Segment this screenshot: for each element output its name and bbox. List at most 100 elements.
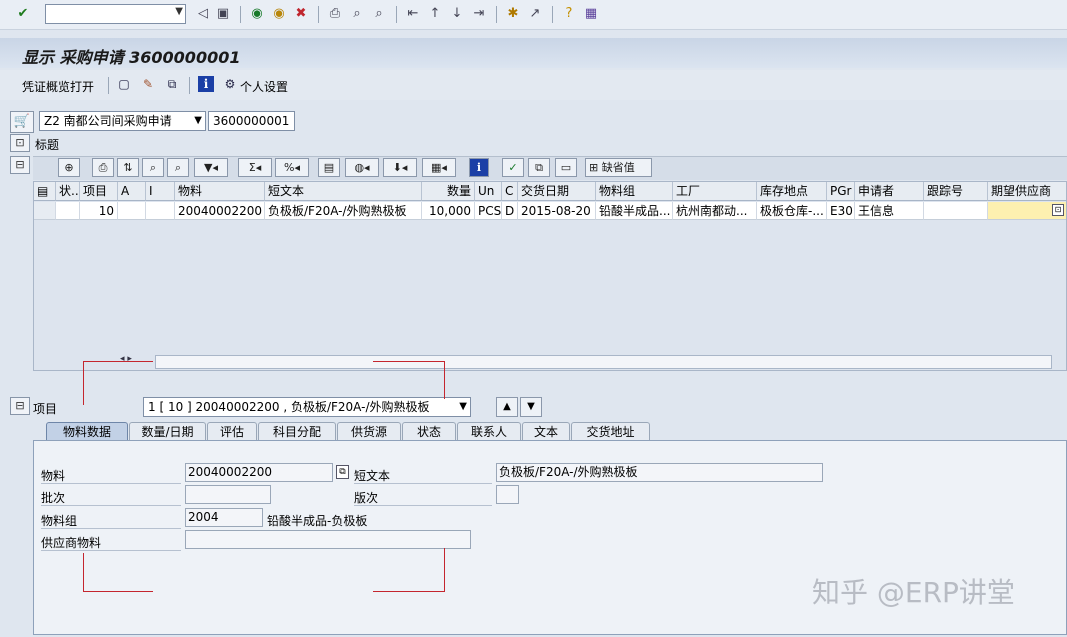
row-selector[interactable] — [34, 202, 56, 220]
revision-field[interactable] — [496, 485, 519, 504]
personal-settings-icon[interactable]: ⚙ — [222, 76, 238, 92]
shopping-cart-icon[interactable]: 🛒 — [10, 111, 34, 133]
annotation-line — [83, 361, 84, 405]
back-icon[interactable]: ◁ — [194, 5, 212, 23]
col-header-quantity[interactable]: 数量 — [422, 182, 475, 201]
collapse-items-icon[interactable]: ⊟ — [10, 156, 30, 174]
previous-item-button[interactable]: ▲ — [496, 397, 518, 417]
header-label: 标题 — [35, 138, 60, 152]
find-next-grid-icon[interactable]: ⌕ — [167, 158, 189, 177]
print-preview-icon[interactable]: ⎙ — [92, 158, 114, 177]
cell-status — [56, 202, 80, 220]
views-icon[interactable]: ◍◂ — [345, 158, 379, 177]
material-field[interactable]: 20040002200 — [185, 463, 333, 482]
short-text-field[interactable]: 负极板/F20A-/外购熟极板 — [496, 463, 823, 482]
help-icon[interactable]: ? — [560, 5, 578, 23]
copy-lines-icon[interactable]: ⧉ — [528, 158, 550, 177]
check-icon[interactable]: ✔ — [14, 5, 32, 23]
check-grid-icon[interactable]: ✓ — [502, 158, 524, 177]
new-document-icon[interactable]: ▢ — [116, 76, 132, 92]
chevron-down-icon[interactable]: ▼ — [459, 398, 467, 416]
sort-icon[interactable]: ⇅ — [117, 158, 139, 177]
info-icon[interactable]: i — [198, 76, 214, 92]
print-list-icon[interactable]: ▤ — [318, 158, 340, 177]
nav-back-icon[interactable]: ◉ — [248, 5, 266, 23]
find-grid-icon[interactable]: ⌕ — [142, 158, 164, 177]
item-select[interactable]: 1 [ 10 ] 20040002200 , 负极板/F20A-/外购熟极板 ▼ — [143, 397, 471, 417]
document-type-select[interactable]: Z2 南都公司间采购申请 ▼ — [39, 111, 206, 131]
grid-info-icon[interactable]: i — [469, 158, 489, 177]
cancel-icon[interactable]: ✖ — [292, 5, 310, 23]
material-label: 物料 — [41, 469, 66, 483]
last-page-icon[interactable]: ⇥ — [470, 5, 488, 23]
find-next-icon[interactable]: ⌕ — [370, 5, 388, 23]
col-header-short-text[interactable]: 短文本 — [265, 182, 422, 201]
prev-page-icon[interactable]: ↑ — [426, 5, 444, 23]
next-item-button[interactable]: ▼ — [520, 397, 542, 417]
col-header-date-cat[interactable]: C — [502, 182, 518, 201]
details-icon[interactable]: ⊕ — [58, 158, 80, 177]
col-header-storage-location[interactable]: 库存地点 — [757, 182, 827, 201]
command-field[interactable]: ▼ — [45, 4, 186, 24]
col-header-purch-group[interactable]: PGr — [827, 182, 855, 201]
chevron-down-icon[interactable]: ▼ — [194, 112, 202, 130]
subtotal-icon[interactable]: %◂ — [275, 158, 309, 177]
delete-lines-icon[interactable]: ▭ — [555, 158, 577, 177]
find-icon[interactable]: ⌕ — [348, 5, 366, 23]
tab-source-of-supply[interactable]: 供货源 — [337, 422, 401, 441]
col-header-delivery-date[interactable]: 交货日期 — [518, 182, 596, 201]
filter-icon[interactable]: ▼◂ — [194, 158, 228, 177]
save-icon[interactable]: ▣ — [214, 5, 232, 23]
horizontal-scrollbar[interactable] — [155, 355, 1052, 369]
tab-texts[interactable]: 文本 — [522, 422, 570, 441]
chevron-down-icon[interactable]: ▼ — [175, 6, 183, 17]
col-header-requisitioner[interactable]: 申请者 — [855, 182, 924, 201]
doc-overview-button[interactable]: 凭证概览打开 — [22, 78, 94, 95]
first-page-icon[interactable]: ⇤ — [404, 5, 422, 23]
tab-quantity-date[interactable]: 数量/日期 — [129, 422, 206, 441]
other-document-icon[interactable]: ⧉ — [164, 76, 180, 92]
personal-settings-button[interactable]: 个人设置 — [240, 78, 288, 95]
export-icon[interactable]: ⬇◂ — [383, 158, 417, 177]
tab-contact-person[interactable]: 联系人 — [457, 422, 521, 441]
col-header-desired-vendor[interactable]: 期望供应商 — [988, 182, 1066, 201]
select-all-icon[interactable]: ▤ — [34, 182, 56, 201]
material-detail-icon[interactable]: ⧉ — [336, 465, 349, 479]
layout-grid-icon[interactable]: ▦◂ — [422, 158, 456, 177]
print-icon[interactable]: ⎙ — [326, 5, 344, 23]
col-header-material-group[interactable]: 物料组 — [596, 182, 673, 201]
vendor-material-field[interactable] — [185, 530, 471, 549]
default-values-button[interactable]: ⊞ 缺省值 — [585, 158, 652, 177]
col-header-status[interactable]: 状... — [56, 182, 80, 201]
col-header-tracking-number[interactable]: 跟踪号 — [924, 182, 988, 201]
batch-field[interactable] — [185, 485, 271, 504]
tab-valuation[interactable]: 评估 — [207, 422, 257, 441]
tab-account-assignment[interactable]: 科目分配 — [258, 422, 336, 441]
value-help-icon[interactable]: ⊡ — [1052, 204, 1064, 216]
revision-label-underline — [354, 505, 492, 506]
edit-icon[interactable]: ✎ — [140, 76, 156, 92]
col-header-item-cat[interactable]: I — [146, 182, 175, 201]
exit-icon[interactable]: ◉ — [270, 5, 288, 23]
new-session-icon[interactable]: ✱ — [504, 5, 522, 23]
item-grid: ▤ 状... 项目 A I 物料 短文本 数量 Un C 交货日期 物料组 工厂… — [33, 181, 1067, 371]
next-page-icon[interactable]: ↓ — [448, 5, 466, 23]
tab-status[interactable]: 状态 — [402, 422, 456, 441]
cell-unit: PCS — [475, 202, 502, 220]
col-header-item[interactable]: 项目 — [80, 182, 118, 201]
document-number-field[interactable]: 3600000001 — [208, 111, 295, 131]
tab-material-data[interactable]: 物料数据 — [46, 422, 128, 441]
col-header-acct-cat[interactable]: A — [118, 182, 146, 201]
cell-desired-vendor[interactable]: ⊡ — [988, 202, 1066, 220]
col-header-plant[interactable]: 工厂 — [673, 182, 757, 201]
sum-icon[interactable]: Σ◂ — [238, 158, 272, 177]
shortcut-icon[interactable]: ↗ — [526, 5, 544, 23]
cell-purch-group: E30 — [827, 202, 855, 220]
material-group-field[interactable]: 2004 — [185, 508, 263, 527]
col-header-unit[interactable]: Un — [475, 182, 502, 201]
layout-icon[interactable]: ▦ — [582, 5, 600, 23]
collapse-item-detail-icon[interactable]: ⊟ — [10, 397, 30, 415]
expand-header-icon[interactable]: ⊡ — [10, 134, 30, 152]
col-header-material[interactable]: 物料 — [175, 182, 265, 201]
tab-delivery-address[interactable]: 交货地址 — [571, 422, 650, 441]
